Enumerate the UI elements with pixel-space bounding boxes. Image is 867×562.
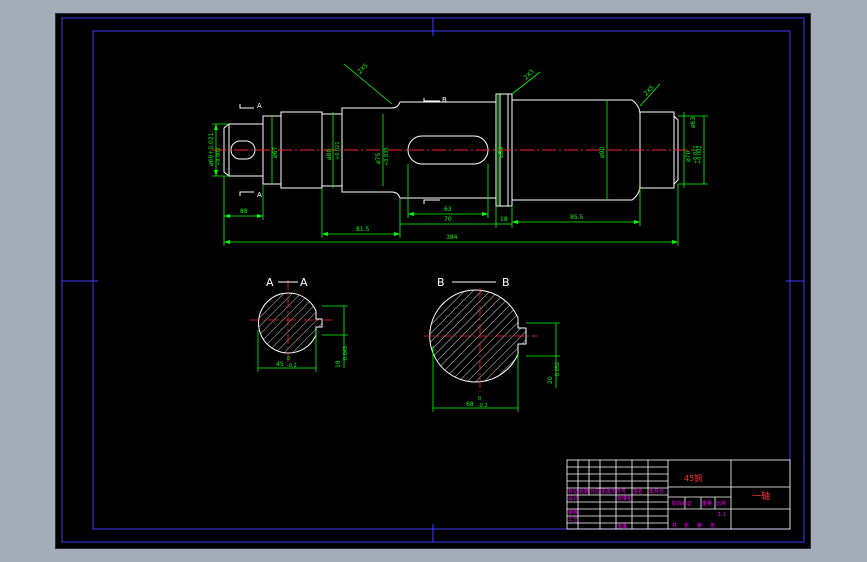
dimension-arrows (214, 124, 678, 244)
dim-len-total: 384 (446, 234, 458, 241)
section-bb-dim-tol-top: 0 (478, 396, 481, 402)
dim-d63: ø63 (690, 117, 697, 128)
tb-label-mark: 标记 (568, 488, 578, 495)
tb-review: 审核 (568, 509, 578, 516)
section-b-top-marker (423, 98, 440, 102)
dim-d70: ø70 (685, 151, 692, 162)
dim-len-70: 70 (444, 216, 452, 223)
section-aa-shape (258, 292, 323, 354)
dim-len-18: 18 (500, 216, 508, 223)
tb-weight: 重量 (702, 500, 712, 507)
section-bb-dim-key-tol: -0.052 (555, 362, 561, 378)
section-b-label-top: B (442, 96, 447, 104)
section-bb-title-right: B (502, 276, 510, 289)
dim-d67: ø67 (272, 147, 279, 158)
tb-process: 工艺 (568, 517, 578, 523)
tb-stage: 阶段标记 (672, 500, 692, 507)
dim-len-88: 88 (240, 208, 248, 215)
tb-scale: 比例 (716, 500, 726, 507)
tb-sheet2: 张 (710, 522, 715, 529)
tb-part-name: 一轴 (752, 490, 770, 502)
section-aa-title-right: A (300, 276, 308, 289)
dim-d80: ø80 (326, 149, 333, 160)
tb-label-date: 年月日 (649, 488, 664, 495)
dim-chamfer-2: 2X3 (522, 68, 535, 81)
section-aa-title-left: A (266, 276, 274, 289)
tb-sheet: 张 (684, 522, 689, 529)
cad-drawing: A A B ø60+0.021 +0.002 ø67 ø80 +0.021 ø7… (61, 17, 805, 543)
dim-d70-tol2: +0.002 (697, 145, 703, 164)
tb-label-zone: 分区 (590, 488, 600, 495)
tb-approve: 批准 (617, 523, 627, 530)
dim-d60-lower: +0.002 (216, 147, 222, 166)
section-b-bottom-marker (423, 199, 440, 204)
section-a-bottom-marker (239, 191, 254, 196)
centering-marks (62, 18, 804, 542)
dim-d80-tol: +0.021 (335, 141, 341, 160)
tb-label-change: 更改文件号 (601, 488, 626, 495)
section-bb-dim-tol-bottom: -0.2 (478, 403, 488, 409)
section-bb-title-left: B (437, 276, 445, 289)
section-a-label-top: A (257, 102, 262, 110)
section-aa-dim-tol-top: 0 (287, 356, 290, 362)
tb-sheet-total: 共 (672, 522, 677, 529)
tb-sheet-no: 第 (697, 522, 702, 529)
title-block: 45钢 一轴 标记 处数 分区 更改文件号 签名 年月日 设计 标准化 阶段标记… (566, 459, 791, 530)
tb-standard: 标准化 (617, 495, 632, 502)
dim-d60: ø60+0.021 (208, 132, 215, 166)
section-aa-dim-tol-bottom: -0.2 (287, 363, 297, 369)
dim-len-85-5: 85.5 (570, 214, 584, 221)
dim-chamfer-1: 2X5 (356, 62, 369, 75)
dim-d84: ø84 (498, 147, 505, 158)
tb-scale-value: 1:1 (718, 512, 726, 518)
tb-material: 45钢 (684, 473, 702, 483)
section-a-label-bottom: A (257, 191, 262, 199)
section-bb-dim-key: 20 (547, 376, 554, 384)
tb-label-count: 处数 (579, 488, 589, 495)
dim-len-81-5: 81.5 (356, 226, 370, 233)
outer-frame (61, 17, 805, 543)
dim-d75: ø75 (375, 153, 382, 164)
section-aa-dim-key-tol: -0.043 (343, 346, 349, 362)
section-aa-dim-key: 18 (335, 360, 342, 368)
dim-d75-tol: +0.030 (384, 147, 390, 166)
section-aa: A A 45 0 -0.2 18 -0.043 (250, 276, 349, 372)
section-aa-dim-width: 45 (276, 361, 284, 368)
dim-d90: ø90 (599, 147, 606, 158)
dimension-lines (212, 63, 708, 246)
section-bb-dim-width: 68 (466, 401, 474, 408)
tb-design: 设计 (568, 495, 578, 502)
section-bb: B B 68 0 -0.2 20 -0.052 (424, 276, 561, 412)
tb-label-sign: 签名 (633, 488, 643, 495)
dim-chamfer-3: 2X5 (642, 84, 655, 97)
section-a-top-marker (239, 104, 254, 109)
dim-len-63: 63 (444, 206, 452, 213)
